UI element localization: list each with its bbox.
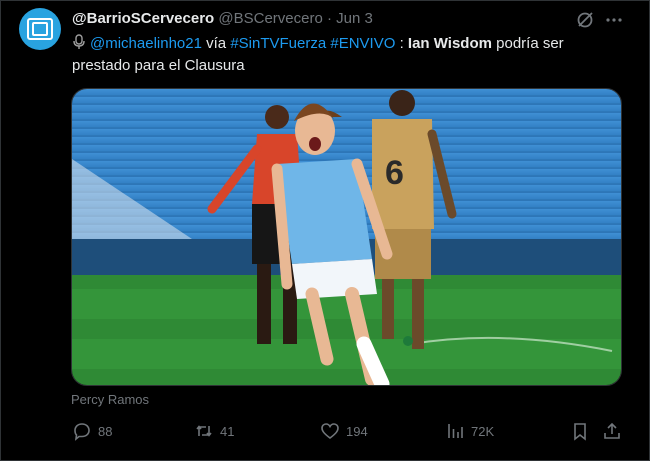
bookmark-button[interactable]	[570, 421, 596, 441]
like-icon	[321, 423, 339, 440]
tweet-photo[interactable]: 6	[71, 88, 622, 386]
text-bold-name: Ian Wisdom	[407, 35, 492, 52]
share-button[interactable]	[602, 421, 628, 441]
svg-text:6: 6	[385, 154, 404, 192]
handle[interactable]: @BSCervecero	[218, 10, 322, 27]
views-button[interactable]: 72K	[445, 421, 494, 441]
reply-count: 88	[98, 423, 113, 439]
hashtag-sintvfuerza[interactable]: #SinTVFuerza	[230, 35, 326, 52]
share-icon	[604, 422, 620, 439]
display-name[interactable]: @BarrioSCervecero	[72, 10, 214, 27]
hashtag-envivo[interactable]: #ENVIVO	[330, 35, 395, 52]
tweet-text: @michaelinho21 vía #SinTVFuerza #ENVIVO …	[72, 33, 622, 77]
media-credit: Percy Ramos	[71, 392, 150, 407]
text-via: vía	[201, 35, 231, 52]
avatar-logo-icon	[27, 18, 53, 40]
reply-button[interactable]: 88	[72, 421, 112, 441]
views-count: 72K	[471, 423, 495, 439]
repost-button[interactable]: 41	[194, 421, 234, 441]
repost-count: 41	[220, 423, 235, 439]
grok-icon[interactable]	[575, 10, 595, 30]
mention-link[interactable]: @michaelinho21	[90, 35, 202, 52]
mic-icon	[73, 34, 85, 49]
repost-icon	[196, 425, 212, 437]
bookmark-icon	[574, 423, 586, 441]
football-player-celebrating-image: 6	[72, 89, 621, 385]
like-button[interactable]: 194	[320, 421, 368, 441]
views-icon	[448, 424, 463, 438]
reply-icon	[74, 423, 90, 441]
separator-dot: ·	[326, 10, 332, 27]
tweet-header: @BarrioSCervecero @BSCervecero · Jun 3	[72, 10, 373, 27]
tweet-date[interactable]: Jun 3	[336, 10, 373, 27]
avatar[interactable]	[19, 8, 61, 50]
like-count: 194	[346, 423, 368, 439]
more-icon[interactable]	[604, 10, 624, 30]
action-bar: 88 41 194 72K	[72, 421, 628, 445]
text-colon: :	[395, 35, 408, 52]
